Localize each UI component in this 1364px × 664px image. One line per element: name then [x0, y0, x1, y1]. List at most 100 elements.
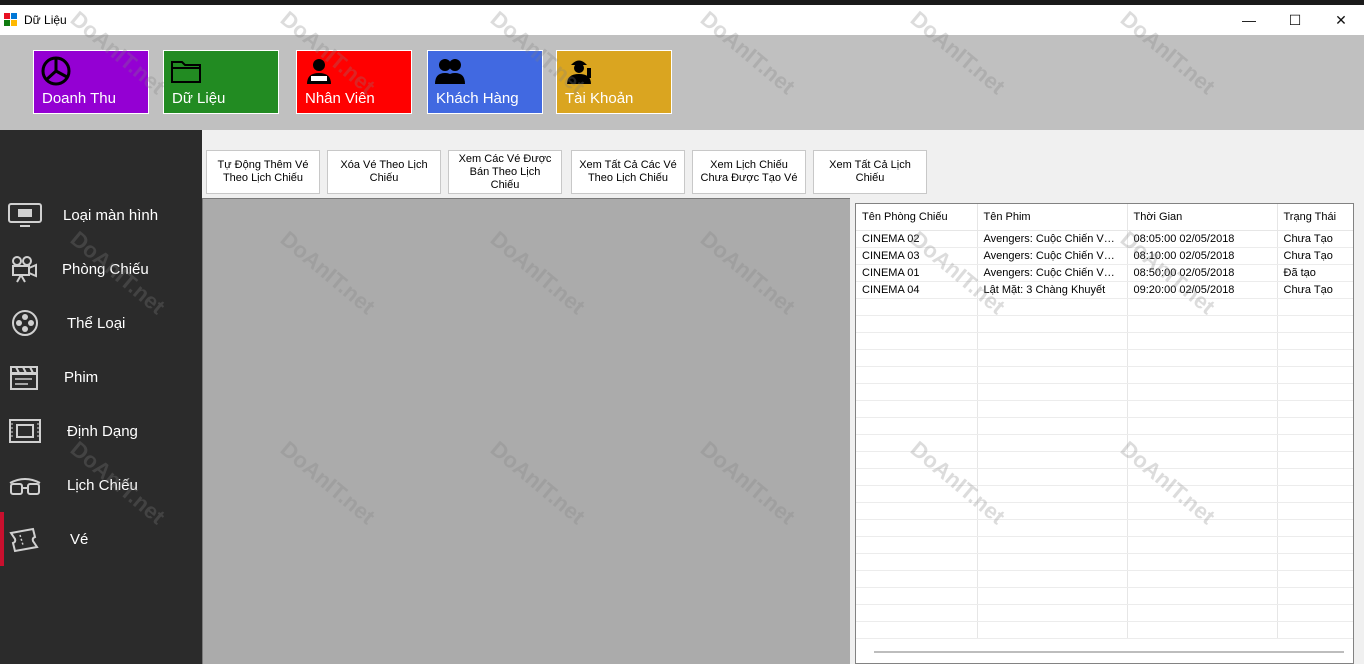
sidebar-item-lich-chieu[interactable]: Lịch Chiếu [0, 458, 202, 512]
view-unticketed-schedules-button[interactable]: Xem Lịch Chiếu Chưa Được Tạo Vé [692, 150, 806, 194]
empty-cell [977, 621, 1128, 639]
cell-ten-phong-chieu: CINEMA 01 [856, 264, 978, 282]
view-all-schedules-button[interactable]: Xem Tất Cả Lịch Chiếu [813, 150, 927, 194]
empty-cell [1127, 417, 1278, 435]
sidebar-item-label: Loại màn hình [63, 206, 159, 224]
column-header-ten-phong-chieu[interactable]: Tên Phòng Chiếu [856, 204, 978, 231]
sidebar-item-label: Định Dạng [67, 422, 138, 440]
action-toolbar: Tự Động Thêm Vé Theo Lịch Chiếu Xóa Vé T… [202, 130, 1364, 198]
empty-cell [1127, 383, 1278, 401]
column-header-trang-thai[interactable]: Trạng Thái [1277, 204, 1353, 231]
empty-cell [1127, 349, 1278, 367]
empty-cell [977, 485, 1128, 503]
empty-cell [856, 553, 978, 571]
empty-cell [856, 332, 978, 350]
empty-cell [977, 434, 1128, 452]
sidebar-item-the-loai[interactable]: Thể Loại [0, 296, 202, 350]
column-header-ten-phim[interactable]: Tên Phim [977, 204, 1128, 231]
sidebar-item-loai-man-hinh[interactable]: Loại màn hình [0, 188, 202, 242]
title-bar: Dữ Liệu — ☐ ✕ [0, 5, 1364, 35]
empty-cell [1277, 400, 1353, 418]
app-icon [4, 13, 18, 27]
maximize-button[interactable]: ☐ [1272, 5, 1318, 35]
empty-row [856, 332, 1353, 350]
table-row[interactable]: CINEMA 01 Avengers: Cuộc Chiến Vô Cực 08:5… [856, 264, 1353, 282]
ticket-detail-panel [202, 198, 850, 664]
empty-cell [1277, 553, 1353, 571]
folder-icon [171, 61, 201, 83]
empty-cell [856, 366, 978, 384]
cell-ten-phim: Lật Mặt: 3 Chàng Khuyết [977, 281, 1128, 299]
tile-label: Doanh Thu [42, 90, 116, 107]
window-title: Dữ Liệu [24, 13, 67, 27]
tile-nhan-vien[interactable]: Nhân Viên [296, 50, 412, 114]
empty-cell [1127, 502, 1278, 520]
tile-tai-khoan[interactable]: Tài Khoản [556, 50, 672, 114]
empty-cell [1127, 587, 1278, 605]
table-row[interactable]: CINEMA 04 Lật Mặt: 3 Chàng Khuyết 09:20:00… [856, 281, 1353, 299]
sidebar-item-label: Thể Loại [67, 314, 126, 332]
cell-trang-thai: Chưa Tạo [1277, 281, 1353, 299]
cell-thoi-gian: 08:05:00 02/05/2018 [1127, 230, 1278, 248]
empty-cell [1277, 485, 1353, 503]
customers-icon [435, 59, 465, 84]
empty-cell [977, 519, 1128, 537]
empty-cell [1277, 332, 1353, 350]
empty-cell [856, 485, 978, 503]
empty-cell [856, 383, 978, 401]
empty-cell [1277, 451, 1353, 469]
empty-cell [1277, 502, 1353, 520]
film-reel-icon [12, 310, 38, 336]
empty-cell [1127, 604, 1278, 622]
empty-row [856, 349, 1353, 367]
cell-trang-thai: Chưa Tạo [1277, 247, 1353, 265]
tile-doanh-thu[interactable]: Doanh Thu [33, 50, 149, 114]
empty-cell [977, 502, 1128, 520]
tile-label: Nhân Viên [305, 90, 375, 107]
empty-row [856, 366, 1353, 384]
empty-cell [1127, 485, 1278, 503]
empty-row [856, 570, 1353, 588]
sidebar-item-ve[interactable]: Vé [0, 512, 202, 566]
empty-cell [1277, 298, 1353, 316]
tile-label: Khách Hàng [436, 90, 519, 107]
empty-cell [856, 604, 978, 622]
horizontal-scrollbar[interactable] [874, 651, 1344, 653]
empty-row [856, 553, 1353, 571]
table-row[interactable]: CINEMA 02 Avengers: Cuộc Chiến Vô Cực 08:0… [856, 230, 1353, 248]
empty-row [856, 468, 1353, 486]
sidebar-item-label: Phim [64, 368, 99, 386]
empty-cell [1277, 570, 1353, 588]
empty-row [856, 621, 1353, 639]
view-sold-tickets-button[interactable]: Xem Các Vé Được Bán Theo Lịch Chiếu [448, 150, 562, 194]
sidebar-item-label: Lịch Chiếu [67, 476, 138, 494]
table-row[interactable]: CINEMA 03 Avengers: Cuộc Chiến Vô Cực 08:1… [856, 247, 1353, 265]
clapperboard-icon [10, 366, 38, 390]
tile-du-lieu[interactable]: Dữ Liệu [163, 50, 279, 114]
empty-cell [856, 349, 978, 367]
sidebar-item-phong-chieu[interactable]: Phòng Chiếu [0, 242, 202, 296]
employee-icon [307, 59, 331, 84]
view-all-tickets-button[interactable]: Xem Tất Cả Các Vé Theo Lịch Chiếu [571, 150, 685, 194]
close-button[interactable]: ✕ [1318, 5, 1364, 35]
delete-tickets-button[interactable]: Xóa Vé Theo Lịch Chiếu [327, 150, 441, 194]
empty-cell [856, 417, 978, 435]
empty-cell [1127, 553, 1278, 571]
empty-cell [1277, 417, 1353, 435]
empty-row [856, 587, 1353, 605]
empty-cell [1277, 366, 1353, 384]
sidebar-item-dinh-dang[interactable]: Định Dạng [0, 404, 202, 458]
empty-cell [856, 536, 978, 554]
empty-cell [1277, 604, 1353, 622]
empty-cell [1277, 468, 1353, 486]
column-header-thoi-gian[interactable]: Thời Gian [1127, 204, 1278, 231]
sidebar-item-label: Vé [70, 530, 89, 548]
sidebar-item-phim[interactable]: Phim [0, 350, 202, 404]
auto-add-tickets-button[interactable]: Tự Động Thêm Vé Theo Lịch Chiếu [206, 150, 320, 194]
minimize-button[interactable]: — [1226, 5, 1272, 35]
cell-ten-phong-chieu: CINEMA 02 [856, 230, 978, 248]
format-icon [9, 419, 41, 443]
empty-cell [1277, 434, 1353, 452]
schedule-grid[interactable]: Tên Phòng Chiếu Tên Phim Thời Gian Trạng… [855, 203, 1354, 664]
tile-khach-hang[interactable]: Khách Hàng [427, 50, 543, 114]
